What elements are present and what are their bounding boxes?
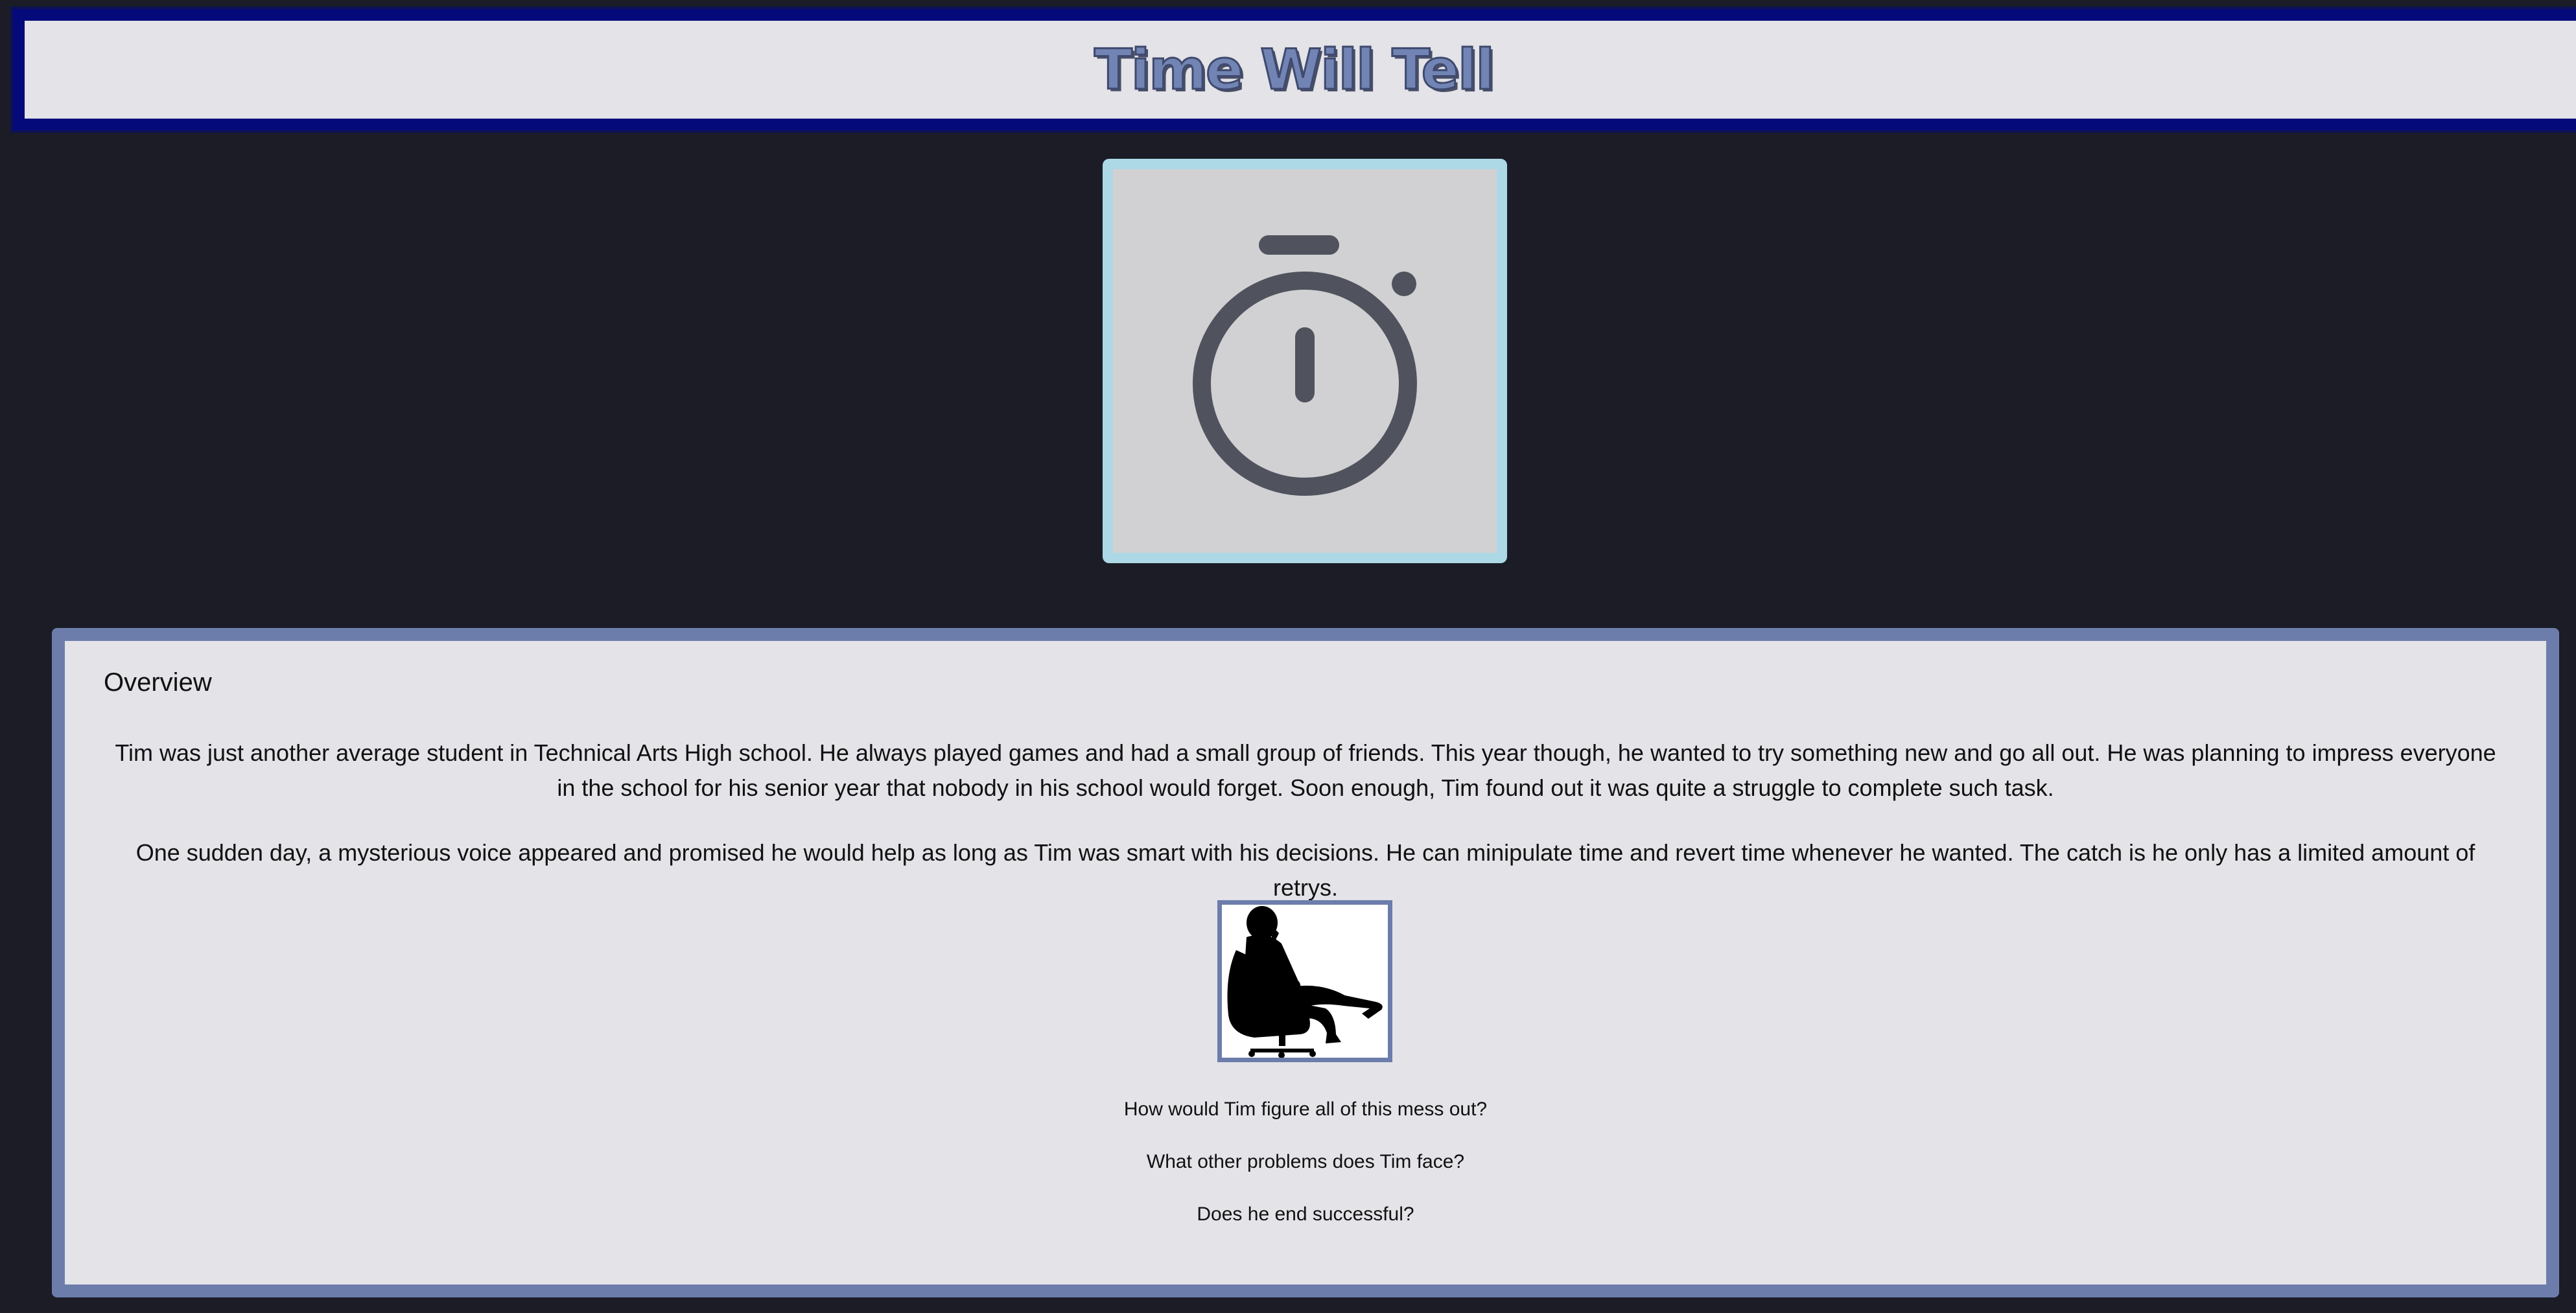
thinking-man-silhouette-icon: [1227, 906, 1383, 1058]
story-paragraph: One sudden day, a mysterious voice appea…: [135, 839, 2476, 901]
page-title: Time Will Tell: [1094, 36, 1496, 103]
page-header: Time Will Tell: [13, 9, 2576, 130]
overview-section: Overview Tim was just another average st…: [52, 628, 2559, 1297]
story-image: [1217, 900, 1392, 1062]
question-text: Does he end successful?: [1197, 1203, 1414, 1225]
story-paragraph: Tim was just another average student in …: [115, 739, 2496, 801]
stopwatch-icon: [1193, 235, 1417, 496]
question-text: What other problems does Tim face?: [1146, 1151, 1465, 1172]
overview-heading: Overview: [104, 668, 212, 697]
hero-image: [1103, 159, 1507, 563]
question-text: How would Tim figure all of this mess ou…: [1123, 1098, 1488, 1120]
